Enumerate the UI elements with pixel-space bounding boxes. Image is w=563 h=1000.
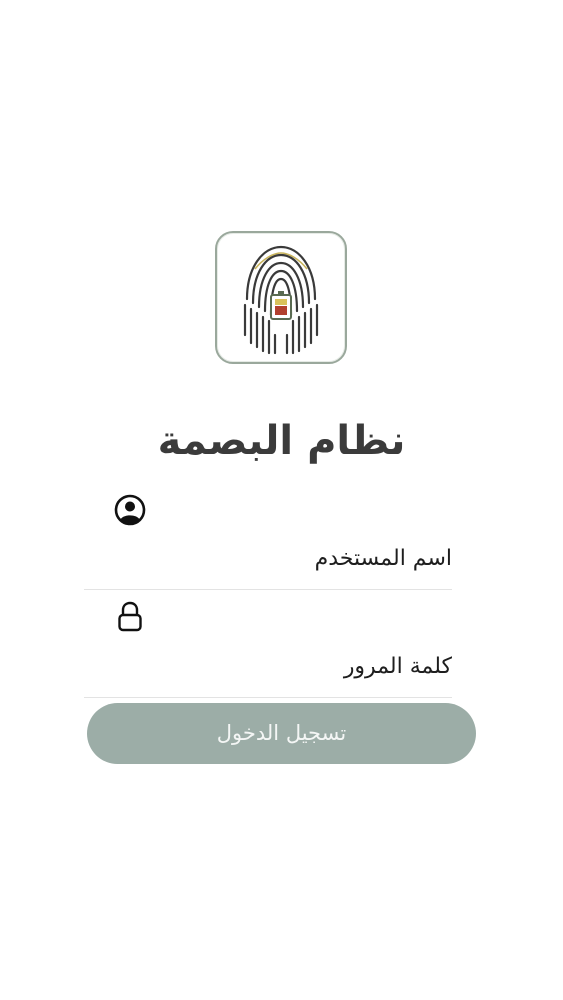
login-button[interactable]: تسجيل الدخول — [87, 703, 476, 764]
app-title: نظام البصمة — [157, 418, 406, 464]
lock-icon — [118, 601, 142, 632]
user-circle-icon — [114, 494, 146, 526]
password-field[interactable] — [84, 598, 452, 698]
fingerprint-emblem-icon — [243, 245, 319, 354]
app-logo — [215, 231, 347, 364]
username-input[interactable] — [84, 546, 452, 571]
username-field[interactable] — [84, 492, 452, 590]
password-input[interactable] — [84, 654, 452, 679]
